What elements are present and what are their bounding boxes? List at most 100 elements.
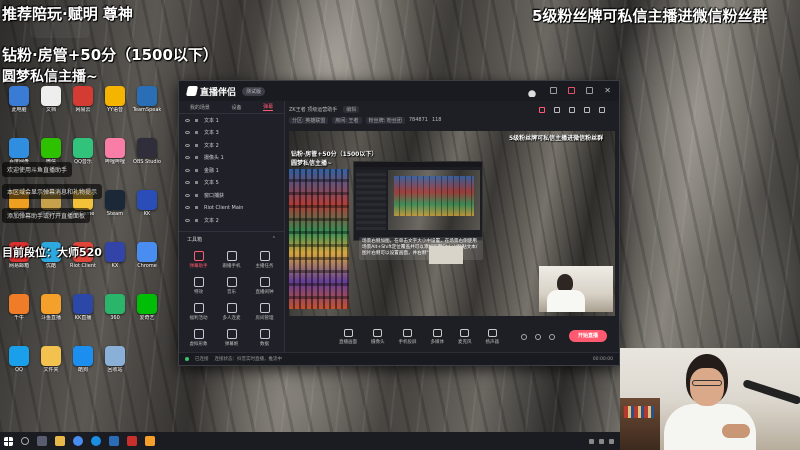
- start-live-button[interactable]: 开始直播: [569, 330, 607, 342]
- edge-icon[interactable]: [91, 436, 101, 446]
- tool-button[interactable]: 跟播手机: [215, 250, 248, 269]
- tray-ime-icon[interactable]: [609, 438, 614, 444]
- lock-icon[interactable]: [195, 181, 198, 185]
- scene-item[interactable]: 文本 3: [179, 127, 284, 140]
- visibility-eye-icon[interactable]: [185, 181, 190, 185]
- avatar-icon[interactable]: [525, 87, 540, 97]
- start-icon[interactable]: [4, 436, 13, 446]
- desktop-icon[interactable]: 回收站: [98, 346, 132, 373]
- speaker-button[interactable]: 扬声器: [486, 329, 499, 345]
- desktop-icon[interactable]: 斗鱼直播: [34, 294, 68, 321]
- category-pill[interactable]: 分区: 英雄联盟: [289, 116, 329, 124]
- tab-danmu[interactable]: 弹幕: [263, 103, 274, 111]
- gift-icon[interactable]: [568, 87, 576, 94]
- add-screen-button[interactable]: 直播画面: [339, 329, 357, 345]
- visibility-eye-icon[interactable]: [185, 143, 190, 147]
- desktop-icon[interactable]: 文档: [34, 86, 68, 113]
- stream-preview[interactable]: 5级粉丝牌可私信主播进微信粉丝群 钻粉·房管+50分（1500以下） 圆梦私信主…: [289, 131, 615, 316]
- mail-icon[interactable]: [109, 436, 119, 446]
- tool-button[interactable]: 多人连麦: [215, 302, 248, 321]
- scene-item[interactable]: 金融 1: [179, 164, 284, 177]
- desktop-icon[interactable]: Chrome: [130, 242, 164, 269]
- tool-button[interactable]: 特效: [182, 276, 215, 295]
- edit-title-button[interactable]: 编辑: [343, 105, 360, 113]
- desktop-icon[interactable]: QQ: [2, 346, 36, 373]
- scene-item[interactable]: 文本 5: [179, 177, 284, 190]
- settings-icon[interactable]: [550, 87, 558, 94]
- desktop-icon[interactable]: 网易云: [66, 86, 100, 113]
- desktop-icon[interactable]: KX: [98, 242, 132, 269]
- lock-icon[interactable]: [195, 143, 198, 147]
- visibility-eye-icon[interactable]: [185, 193, 190, 197]
- record-icon[interactable]: [521, 334, 527, 340]
- desktop-icon[interactable]: 哔哩哔哩: [98, 138, 132, 165]
- visibility-eye-icon[interactable]: [185, 218, 190, 222]
- lock-icon[interactable]: [195, 193, 198, 197]
- lock-icon[interactable]: [195, 156, 198, 160]
- desktop-icon[interactable]: QQ音乐: [66, 138, 100, 165]
- lock-icon[interactable]: [195, 131, 198, 135]
- minimize-icon[interactable]: [586, 87, 594, 94]
- tool-button[interactable]: 音乐: [215, 276, 248, 295]
- gift-icon[interactable]: [539, 107, 545, 113]
- scene-item[interactable]: 文本 2: [179, 139, 284, 152]
- visibility-eye-icon[interactable]: [185, 168, 190, 172]
- tool-button[interactable]: 主播任务: [248, 250, 281, 269]
- scene-item[interactable]: Riot Client Main: [179, 202, 284, 215]
- tab-devices[interactable]: 设备: [231, 104, 241, 111]
- scene-item[interactable]: 文本 2: [179, 214, 284, 227]
- file-explorer-icon[interactable]: [55, 436, 65, 446]
- add-camera-button[interactable]: 摄像头: [371, 329, 385, 345]
- lock-icon[interactable]: [195, 206, 198, 210]
- tool-button[interactable]: 直播闹钟: [248, 276, 281, 295]
- lock-icon[interactable]: [195, 168, 198, 172]
- scene-item[interactable]: 摄像头 1: [179, 152, 284, 165]
- live-assistant-icon[interactable]: [145, 436, 155, 446]
- gear-icon[interactable]: [549, 334, 555, 340]
- lock-icon[interactable]: [195, 118, 198, 122]
- tray-network-icon[interactable]: [589, 438, 594, 444]
- fans-pill[interactable]: 粉丝牌: 粉丝团: [365, 116, 405, 124]
- game-icon[interactable]: [127, 436, 137, 446]
- desktop-icon[interactable]: YY语音: [98, 86, 132, 113]
- bell-icon[interactable]: [584, 107, 590, 113]
- tool-button[interactable]: 数据: [248, 328, 281, 347]
- microphone-button[interactable]: 麦克风: [458, 329, 472, 345]
- desktop-icon[interactable]: KK: [130, 190, 164, 217]
- desktop-icon[interactable]: 爱奇艺: [130, 294, 164, 321]
- tool-button[interactable]: 房间管理: [248, 302, 281, 321]
- desktop-icon[interactable]: OBS Studio: [130, 138, 164, 165]
- share-icon[interactable]: [569, 107, 575, 113]
- visibility-eye-icon[interactable]: [185, 156, 190, 160]
- desktop-icon[interactable]: 微信: [34, 138, 68, 165]
- desktop-icon[interactable]: 酷狗: [66, 346, 100, 373]
- task-view-icon[interactable]: [37, 436, 47, 446]
- desktop-icon[interactable]: 百度网盘: [2, 138, 36, 165]
- search-icon[interactable]: [21, 437, 29, 445]
- desktop-icon[interactable]: Steam: [98, 190, 132, 217]
- lock-icon[interactable]: [195, 218, 198, 222]
- desktop-icon[interactable]: 360: [98, 294, 132, 321]
- eye-icon[interactable]: [535, 334, 541, 340]
- visibility-eye-icon[interactable]: [185, 131, 190, 135]
- tool-button[interactable]: 弹幕助手: [182, 250, 215, 269]
- tab-scenes[interactable]: 我的场景: [190, 104, 210, 111]
- desktop-icon[interactable]: KK直播: [66, 294, 100, 321]
- more-icon[interactable]: [599, 107, 605, 113]
- chrome-icon[interactable]: [73, 436, 83, 446]
- desktop-icon[interactable]: 文件夹: [34, 346, 68, 373]
- scene-item[interactable]: 窗口捕获: [179, 189, 284, 202]
- tray-volume-icon[interactable]: [599, 438, 604, 444]
- visibility-eye-icon[interactable]: [185, 206, 190, 210]
- add-phone-button[interactable]: 手机投屏: [399, 329, 417, 345]
- close-icon[interactable]: ✕: [604, 87, 611, 97]
- tool-button[interactable]: 虚拟形象: [182, 328, 215, 347]
- desktop-icon[interactable]: 千牛: [2, 294, 36, 321]
- tool-button[interactable]: 弹幕姬: [215, 328, 248, 347]
- visibility-eye-icon[interactable]: [185, 118, 190, 122]
- room-pill[interactable]: 房间: 王者: [332, 116, 362, 124]
- tool-button[interactable]: 福利活动: [182, 302, 215, 321]
- toolbox-collapse-icon[interactable]: ⌃: [272, 236, 276, 243]
- desktop-icon[interactable]: TeamSpeak: [130, 86, 164, 113]
- add-media-button[interactable]: 多媒体: [431, 329, 444, 345]
